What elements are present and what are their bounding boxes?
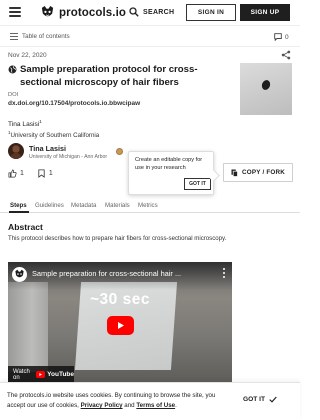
watch-on-label: Watch on [13,368,30,381]
table-of-contents-button[interactable]: Table of contents [10,33,70,40]
bookmark-count: 1 [48,170,53,177]
video-title[interactable]: Sample preparation for cross-sectional h… [32,269,181,278]
active-tab-indicator [9,211,29,213]
thumbs-up-icon[interactable] [8,169,17,178]
protocol-title-block: Sample preparation protocol for cross-se… [8,64,233,89]
youtube-play-icon [36,371,46,378]
search-label: SEARCH [143,8,175,16]
protocol-title: Sample preparation protocol for cross-se… [20,64,198,88]
copy-fork-button[interactable]: COPY / FORK [223,163,293,182]
tab-metrics[interactable]: Metrics [138,202,158,209]
search-button[interactable]: SEARCH [129,7,174,17]
avatar[interactable] [8,143,24,159]
top-navigation-bar: protocols.io SEARCH SIGN IN SIGN UP [0,0,300,26]
list-icon [10,33,18,40]
play-button[interactable] [107,316,134,335]
sign-in-button[interactable]: SIGN IN [186,4,236,21]
engagement-stats: 1 1 [8,169,63,178]
doi-link[interactable]: dx.doi.org/10.17504/protocols.io.bbwcipa… [8,100,140,107]
tooltip-text: Create an editable copy for use in your … [135,157,203,171]
bookmark-icon[interactable] [37,169,46,178]
tab-metadata[interactable]: Metadata [71,202,96,209]
protocol-thumbnail [240,63,292,115]
video-duration-overlay: ~30 sec [90,291,150,308]
more-options-icon[interactable] [223,268,226,279]
author-card-institution: University of Michigan - Ann Arbor [29,154,108,160]
cookie-text: The protocols.io website uses cookies. B… [7,392,216,409]
comments-button[interactable]: 0 [274,33,289,41]
search-icon [129,7,139,17]
watch-on-youtube-button[interactable]: Watch on YouTube [8,366,74,383]
copy-fork-label: COPY / FORK [241,169,286,176]
video-frame-machine [8,282,48,372]
comment-count: 0 [285,33,289,41]
toc-label: Table of contents [22,33,70,40]
sign-up-button[interactable]: SIGN UP [240,4,290,21]
protocol-tabs: Steps Guidelines Metadata Materials Metr… [0,199,300,213]
globe-icon [8,65,17,74]
like-count: 1 [20,170,24,177]
author-affiliation: 1University of Southern California [8,130,100,140]
protocols-logo-icon [41,5,54,17]
author-card-name[interactable]: Tina Lasisi [29,144,66,153]
tab-materials[interactable]: Materials [105,202,130,209]
abstract-heading: Abstract [8,222,43,232]
check-icon [269,396,277,403]
menu-icon[interactable] [9,7,21,17]
site-logo[interactable]: protocols.io [40,5,126,20]
share-icon[interactable] [281,50,291,60]
abstract-text: This protocol describes how to prepare h… [8,235,227,242]
doi-label: DOI [8,92,19,98]
video-channel-avatar[interactable] [12,267,27,282]
cookie-got-it-button[interactable]: GOT IT [243,396,277,403]
play-icon [118,322,124,329]
protocols-logo-icon [15,269,24,278]
author-name[interactable]: Tina Lasisi1 [8,119,42,128]
got-it-label: GOT IT [243,396,265,403]
embedded-video[interactable]: Sample preparation for cross-sectional h… [8,262,232,383]
privacy-policy-link[interactable]: Privacy Policy [81,402,123,409]
tab-steps[interactable]: Steps [10,202,27,209]
youtube-label: YouTube [47,371,74,378]
author-badge-icon [116,148,123,155]
tab-guidelines[interactable]: Guidelines [35,202,64,209]
tooltip-got-it-button[interactable]: GOT IT [184,178,211,190]
protocol-toolbar: Table of contents 0 [0,27,300,47]
logo-text: protocols.io [59,6,127,19]
comment-icon [274,33,282,41]
copy-icon [231,169,238,177]
copy-tooltip: Create an editable copy for use in your … [128,151,214,195]
cookie-banner: The protocols.io website uses cookies. B… [0,382,300,420]
terms-of-use-link[interactable]: Terms of Use [136,402,175,409]
publish-date: Nov 22, 2020 [8,52,47,59]
youtube-logo: YouTube [36,371,74,378]
